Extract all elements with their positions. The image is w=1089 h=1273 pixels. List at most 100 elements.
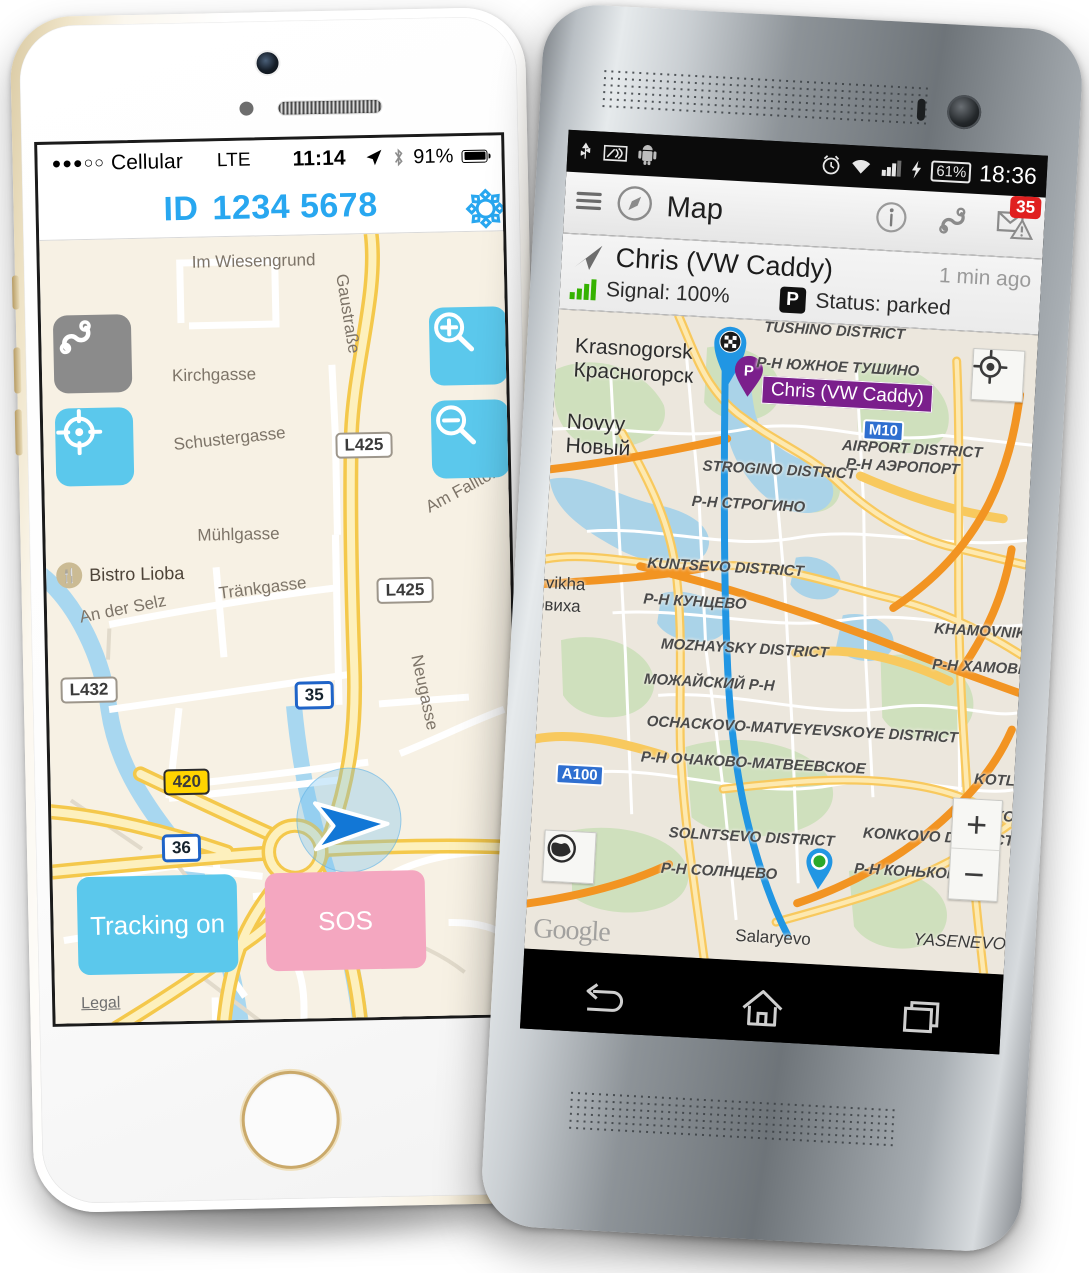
location-arrow-icon [366,149,382,166]
iphone-volume-up-button[interactable] [13,347,22,394]
road-shield: 35 [294,680,335,710]
magnifier-plus-icon [434,312,475,352]
carrier-label: Cellular [110,149,184,175]
charging-bolt-icon [912,160,922,179]
iphone-front-camera [255,51,279,75]
map-zoom-controls: + − [947,797,1004,903]
road-shield: L425 [376,576,434,604]
ios-clock: 11:14 [292,146,346,171]
recents-icon [902,1000,940,1033]
cell-signal-icon [882,160,902,177]
road-shield: L432 [60,676,118,704]
back-arrow-icon [586,982,624,1012]
route-track-icon [59,320,91,355]
nfc-icon [603,144,628,162]
iphone-mute-switch[interactable] [11,275,20,310]
screenshot-stage: ●●●○○ Cellular LTE 11:14 91% ID 1234 567… [0,0,1089,1273]
route-track-button[interactable] [52,314,133,394]
back-button[interactable] [578,978,626,1025]
town-label: Salaryevo [734,925,812,949]
zoom-in-button[interactable] [428,306,509,386]
current-vehicle-marker[interactable] [804,848,834,891]
message-count-badge: 35 [1009,195,1042,220]
usb-icon [580,142,591,159]
road-shield: 36 [161,833,202,863]
android-robot-icon [638,145,657,166]
map-zoom-out-button[interactable]: − [949,848,1000,901]
crosshair-target-icon [56,409,103,456]
network-type-label: LTE [216,149,251,172]
page-title: Map [665,191,724,227]
signal-strength-label: Signal: 100% [605,278,731,308]
sos-button[interactable]: SOS [264,870,427,972]
street-label: Kirchgasse [171,364,257,386]
poi-bistro[interactable]: 🍴 Bistro Lioba [55,560,185,589]
bluetooth-icon [394,148,403,167]
android-clock: 18:36 [978,159,1038,189]
direction-arrow-icon [574,245,603,270]
magnifier-minus-icon [436,405,477,445]
signal-bars-icon [569,277,597,301]
iphone-earpiece-speaker [277,98,383,116]
svg-text:P: P [743,363,754,381]
vehicle-status-label: Status: parked [814,289,952,320]
android-proximity-sensor [916,98,926,121]
parking-icon: P [778,286,807,314]
gear-icon [465,188,506,229]
iphone-screen: ●●●○○ Cellular LTE 11:14 91% ID 1234 567… [34,132,523,1027]
info-button[interactable] [873,199,909,240]
ios-action-buttons: Tracking on SOS [76,870,427,976]
street-label: Im Wiesengrund [191,250,316,272]
battery-percent-label: 91% [412,144,454,168]
map-layers-button[interactable] [541,829,597,885]
tracking-toggle-button[interactable]: Tracking on [76,873,239,976]
home-icon [742,989,783,1027]
road-shield: 420 [163,768,211,796]
ios-navigation-bar: ID 1234 5678 [38,175,506,241]
my-location-icon [973,349,1008,385]
district-label: KOTL [973,770,1016,790]
hamburger-menu-icon [575,191,602,211]
iphone-device: ●●●○○ Cellular LTE 11:14 91% ID 1234 567… [9,6,550,1214]
city-label: Новый [564,434,631,461]
battery-percent-label: 61% [930,159,972,184]
last-update-timestamp: 1 min ago [938,263,1032,292]
track-route-button[interactable] [933,202,971,245]
iphone-volume-down-button[interactable] [14,409,23,456]
road-shield: A100 [555,762,605,787]
id-label: ID [163,189,199,229]
restaurant-icon: 🍴 [55,562,83,589]
globe-layers-icon [547,834,576,863]
device-id-value: 1234 5678 [212,185,379,228]
compass-icon [617,186,652,221]
home-button[interactable] [738,985,787,1036]
zoom-out-button[interactable] [430,399,511,479]
hamburger-menu-button[interactable] [574,187,604,219]
google-attribution: Google [532,913,611,949]
blue-direction-arrow-icon [313,801,390,852]
settings-button[interactable] [462,185,509,237]
my-location-button[interactable] [970,347,1026,403]
google-map-canvas[interactable]: M10 A100 P Chris (VW Caddy) Krasnogorsk … [524,309,1039,975]
map-zoom-in-button[interactable]: + [951,798,1002,852]
ios-map-canvas[interactable]: Im Wiesengrund Gaustraße Kirchgasse Schu… [39,231,523,1027]
street-label: Mühlgasse [197,523,280,545]
recents-button[interactable] [899,995,945,1042]
route-track-icon [939,207,966,234]
poi-label: Bistro Lioba [89,562,185,585]
wifi-icon [852,160,871,174]
battery-icon [461,149,488,163]
city-label: Novyy [566,410,626,437]
messages-button[interactable]: 35 [995,195,1042,246]
center-location-button[interactable] [54,407,135,487]
road-shield: L425 [335,431,393,459]
legal-link[interactable]: Legal [81,994,121,1013]
android-device: 61% 18:36 Map 35 Chris (VW Caddy) 1 min … [479,2,1085,1254]
page-title: ID 1234 5678 [163,186,378,229]
app-compass-button[interactable] [613,182,655,229]
alarm-clock-icon [823,155,840,175]
info-icon [876,202,907,233]
cell-signal-dots: ●●●○○ [51,154,106,173]
town-label: rvikha [539,572,586,595]
android-screen: 61% 18:36 Map 35 Chris (VW Caddy) 1 min … [519,129,1048,1055]
